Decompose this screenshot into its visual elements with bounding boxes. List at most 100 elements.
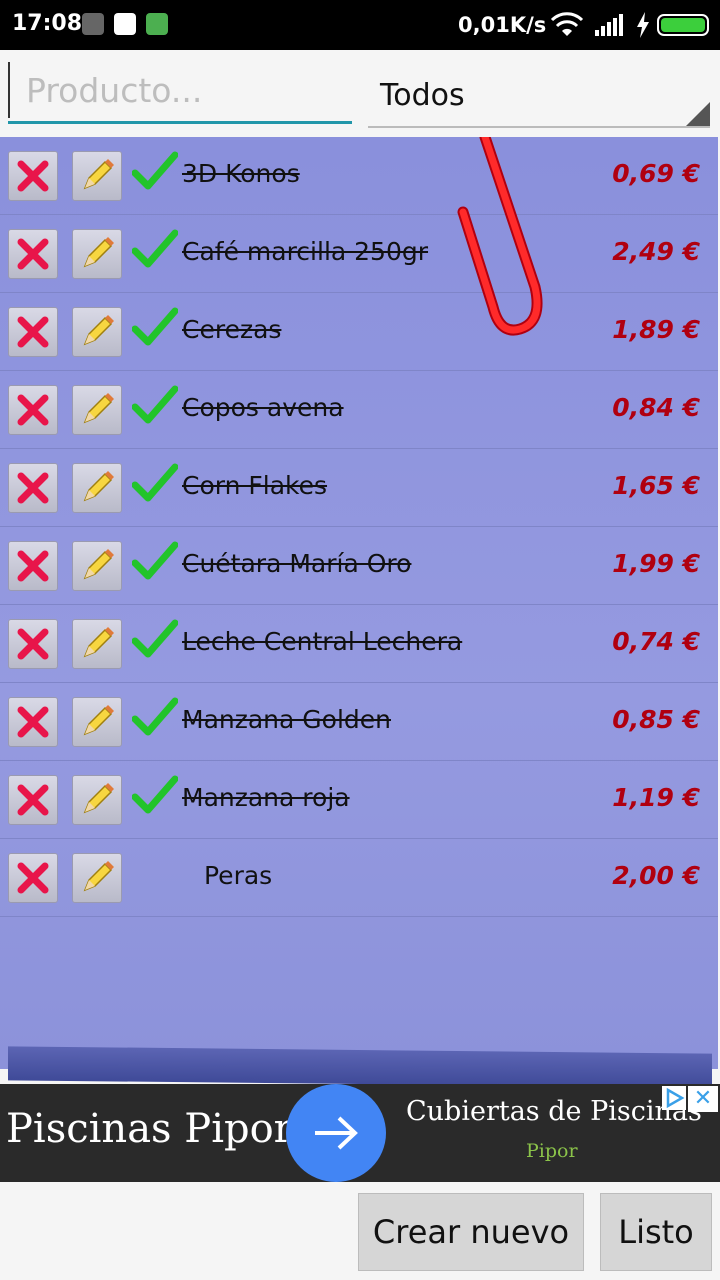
adchoices-icon[interactable] [662,1086,686,1110]
edit-button[interactable] [72,229,122,279]
product-name: Café marcilla 250gr [182,237,429,266]
ad-title[interactable]: Piscinas Pipor [6,1106,293,1152]
product-price: 0,84 € [612,393,700,422]
android-icon [146,13,168,35]
pencil-icon [83,159,114,190]
delete-button[interactable] [8,853,58,903]
status-time: 17:08 [12,11,83,36]
network-speed: 0,01K/s [458,13,547,37]
search-input[interactable] [8,62,352,118]
delete-x-icon [17,238,49,270]
pencil-icon [83,705,114,736]
product-name: Cerezas [182,315,282,344]
search-field[interactable] [8,62,352,124]
delete-x-icon [17,550,49,582]
product-price: 1,89 € [612,315,700,344]
list-item[interactable]: 3D Konos 0,69 € [0,137,718,215]
ad-brand[interactable]: Pipor [526,1140,578,1162]
check-icon[interactable] [132,541,178,581]
dropdown-arrow-icon [686,102,710,126]
check-icon[interactable] [132,151,178,191]
list-item[interactable]: Copos avena 0,84 € [0,371,718,449]
charging-icon [637,12,649,38]
pencil-icon [83,393,114,424]
check-icon[interactable] [132,619,178,659]
done-button[interactable]: Listo [600,1193,712,1271]
edit-button[interactable] [72,541,122,591]
battery-icon [657,14,709,36]
ad-close-icon[interactable]: ✕ [688,1086,718,1112]
paper-edge [8,1046,712,1088]
list-item[interactable]: Corn Flakes 1,65 € [0,449,718,527]
check-icon[interactable] [132,229,178,269]
delete-x-icon [17,316,49,348]
product-price: 1,19 € [612,783,700,812]
ad-subtitle[interactable]: Cubiertas de Piscinas [406,1096,702,1127]
delete-x-icon [17,706,49,738]
delete-x-icon [17,394,49,426]
delete-button[interactable] [8,619,58,669]
delete-button[interactable] [8,307,58,357]
delete-x-icon [17,628,49,660]
pencil-icon [83,315,114,346]
edit-button[interactable] [72,619,122,669]
status-bar: 17:08 0,01K/s [0,0,720,50]
pencil-icon [83,471,114,502]
edit-button[interactable] [72,385,122,435]
pencil-icon [83,783,114,814]
product-price: 0,74 € [612,627,700,656]
delete-button[interactable] [8,463,58,513]
create-new-button[interactable]: Crear nuevo [358,1193,584,1271]
delete-x-icon [17,472,49,504]
list-item[interactable]: Peras 2,00 € [0,839,718,917]
product-price: 0,69 € [612,159,700,188]
wifi-icon [550,12,584,36]
delete-button[interactable] [8,385,58,435]
signal-icon [595,14,623,36]
edit-button[interactable] [72,697,122,747]
delete-x-icon [17,160,49,192]
list-item[interactable]: Café marcilla 250gr 2,49 € [0,215,718,293]
delete-button[interactable] [8,229,58,279]
edit-button[interactable] [72,853,122,903]
list-item[interactable]: Manzana roja 1,19 € [0,761,718,839]
list-item[interactable]: Manzana Golden 0,85 € [0,683,718,761]
app-icon [82,13,104,35]
delete-button[interactable] [8,697,58,747]
list-item[interactable]: Cerezas 1,89 € [0,293,718,371]
check-icon[interactable] [132,385,178,425]
list-item[interactable]: Leche Central Lechera 0,74 € [0,605,718,683]
product-name: Manzana roja [182,783,350,812]
product-price: 2,00 € [612,861,700,890]
product-name: Copos avena [182,393,344,422]
product-name: Corn Flakes [182,471,328,500]
edit-button[interactable] [72,151,122,201]
delete-x-icon [17,862,49,894]
delete-button[interactable] [8,541,58,591]
product-price: 0,85 € [612,705,700,734]
delete-button[interactable] [8,775,58,825]
pencil-icon [83,549,114,580]
play-store-icon [114,13,136,35]
list-item[interactable]: Cuétara María Oro 1,99 € [0,527,718,605]
ad-banner[interactable]: Piscinas Pipor Cubiertas de Piscinas Pip… [0,1084,720,1182]
edit-button[interactable] [72,463,122,513]
check-icon[interactable] [132,697,178,737]
pencil-icon [83,627,114,658]
delete-button[interactable] [8,151,58,201]
product-list: 3D Konos 0,69 € Café marcilla 250gr 2,49 € C… [0,137,718,917]
ad-arrow-button[interactable] [286,1084,386,1182]
delete-x-icon [17,784,49,816]
check-icon[interactable] [132,775,178,815]
edit-button[interactable] [72,307,122,357]
pencil-icon [83,237,114,268]
product-name: Leche Central Lechera [182,627,463,656]
product-name: 3D Konos [182,159,300,188]
check-icon[interactable] [132,463,178,503]
edit-button[interactable] [72,775,122,825]
product-price: 2,49 € [612,237,700,266]
product-name: Cuétara María Oro [182,549,412,578]
category-dropdown[interactable]: Todos [368,66,710,128]
check-icon[interactable] [132,307,178,347]
dropdown-selected: Todos [380,78,465,113]
